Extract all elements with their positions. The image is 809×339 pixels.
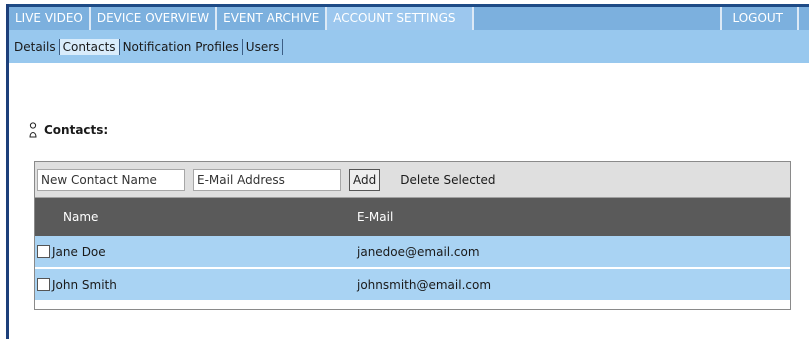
section-header: Contacts: — [29, 122, 108, 138]
contacts-panel: Add Delete Selected Name E-Mail Jane Doe… — [34, 161, 791, 310]
table-row[interactable]: John Smith johnsmith@email.com — [35, 269, 790, 300]
name-cell: Jane Doe — [35, 245, 357, 259]
tab-contacts[interactable]: Contacts — [59, 38, 120, 55]
add-button[interactable]: Add — [349, 168, 381, 191]
name-cell: John Smith — [35, 278, 357, 292]
tab-users[interactable]: Users — [243, 38, 284, 55]
column-header-email[interactable]: E-Mail — [357, 210, 393, 224]
column-header-name[interactable]: Name — [35, 210, 357, 224]
table-row[interactable]: Jane Doe janedoe@email.com — [35, 236, 790, 269]
email-address-input[interactable] — [193, 168, 341, 191]
contact-email: janedoe@email.com — [357, 244, 480, 259]
nav-device-overview[interactable]: DEVICE OVERVIEW — [91, 7, 218, 30]
logout-link[interactable]: LOGOUT — [720, 7, 799, 30]
sub-nav: Details Contacts Notification Profiles U… — [9, 30, 809, 63]
top-bar: LIVE VIDEO DEVICE OVERVIEW EVENT ARCHIVE… — [9, 4, 809, 63]
contact-name: John Smith — [52, 277, 117, 292]
main-nav: LIVE VIDEO DEVICE OVERVIEW EVENT ARCHIVE… — [9, 7, 809, 30]
new-contact-name-input[interactable] — [37, 168, 185, 191]
nav-event-archive[interactable]: EVENT ARCHIVE — [217, 7, 328, 30]
nav-account-settings[interactable]: ACCOUNT SETTINGS — [327, 7, 475, 30]
delete-selected-button[interactable]: Delete Selected — [394, 172, 501, 188]
contact-name: Jane Doe — [52, 244, 106, 259]
contacts-toolbar: Add Delete Selected — [35, 162, 790, 198]
row-checkbox[interactable] — [37, 278, 50, 291]
tab-notification-profiles[interactable]: Notification Profiles — [120, 38, 243, 55]
nav-live-video[interactable]: LIVE VIDEO — [9, 7, 91, 30]
row-checkbox[interactable] — [37, 245, 50, 258]
contact-person-icon — [29, 122, 37, 138]
app-window: LIVE VIDEO DEVICE OVERVIEW EVENT ARCHIVE… — [6, 4, 809, 339]
contact-email: johnsmith@email.com — [357, 277, 492, 292]
section-title: Contacts: — [44, 123, 109, 137]
tab-details[interactable]: Details — [11, 38, 60, 55]
table-header: Name E-Mail — [35, 198, 790, 236]
